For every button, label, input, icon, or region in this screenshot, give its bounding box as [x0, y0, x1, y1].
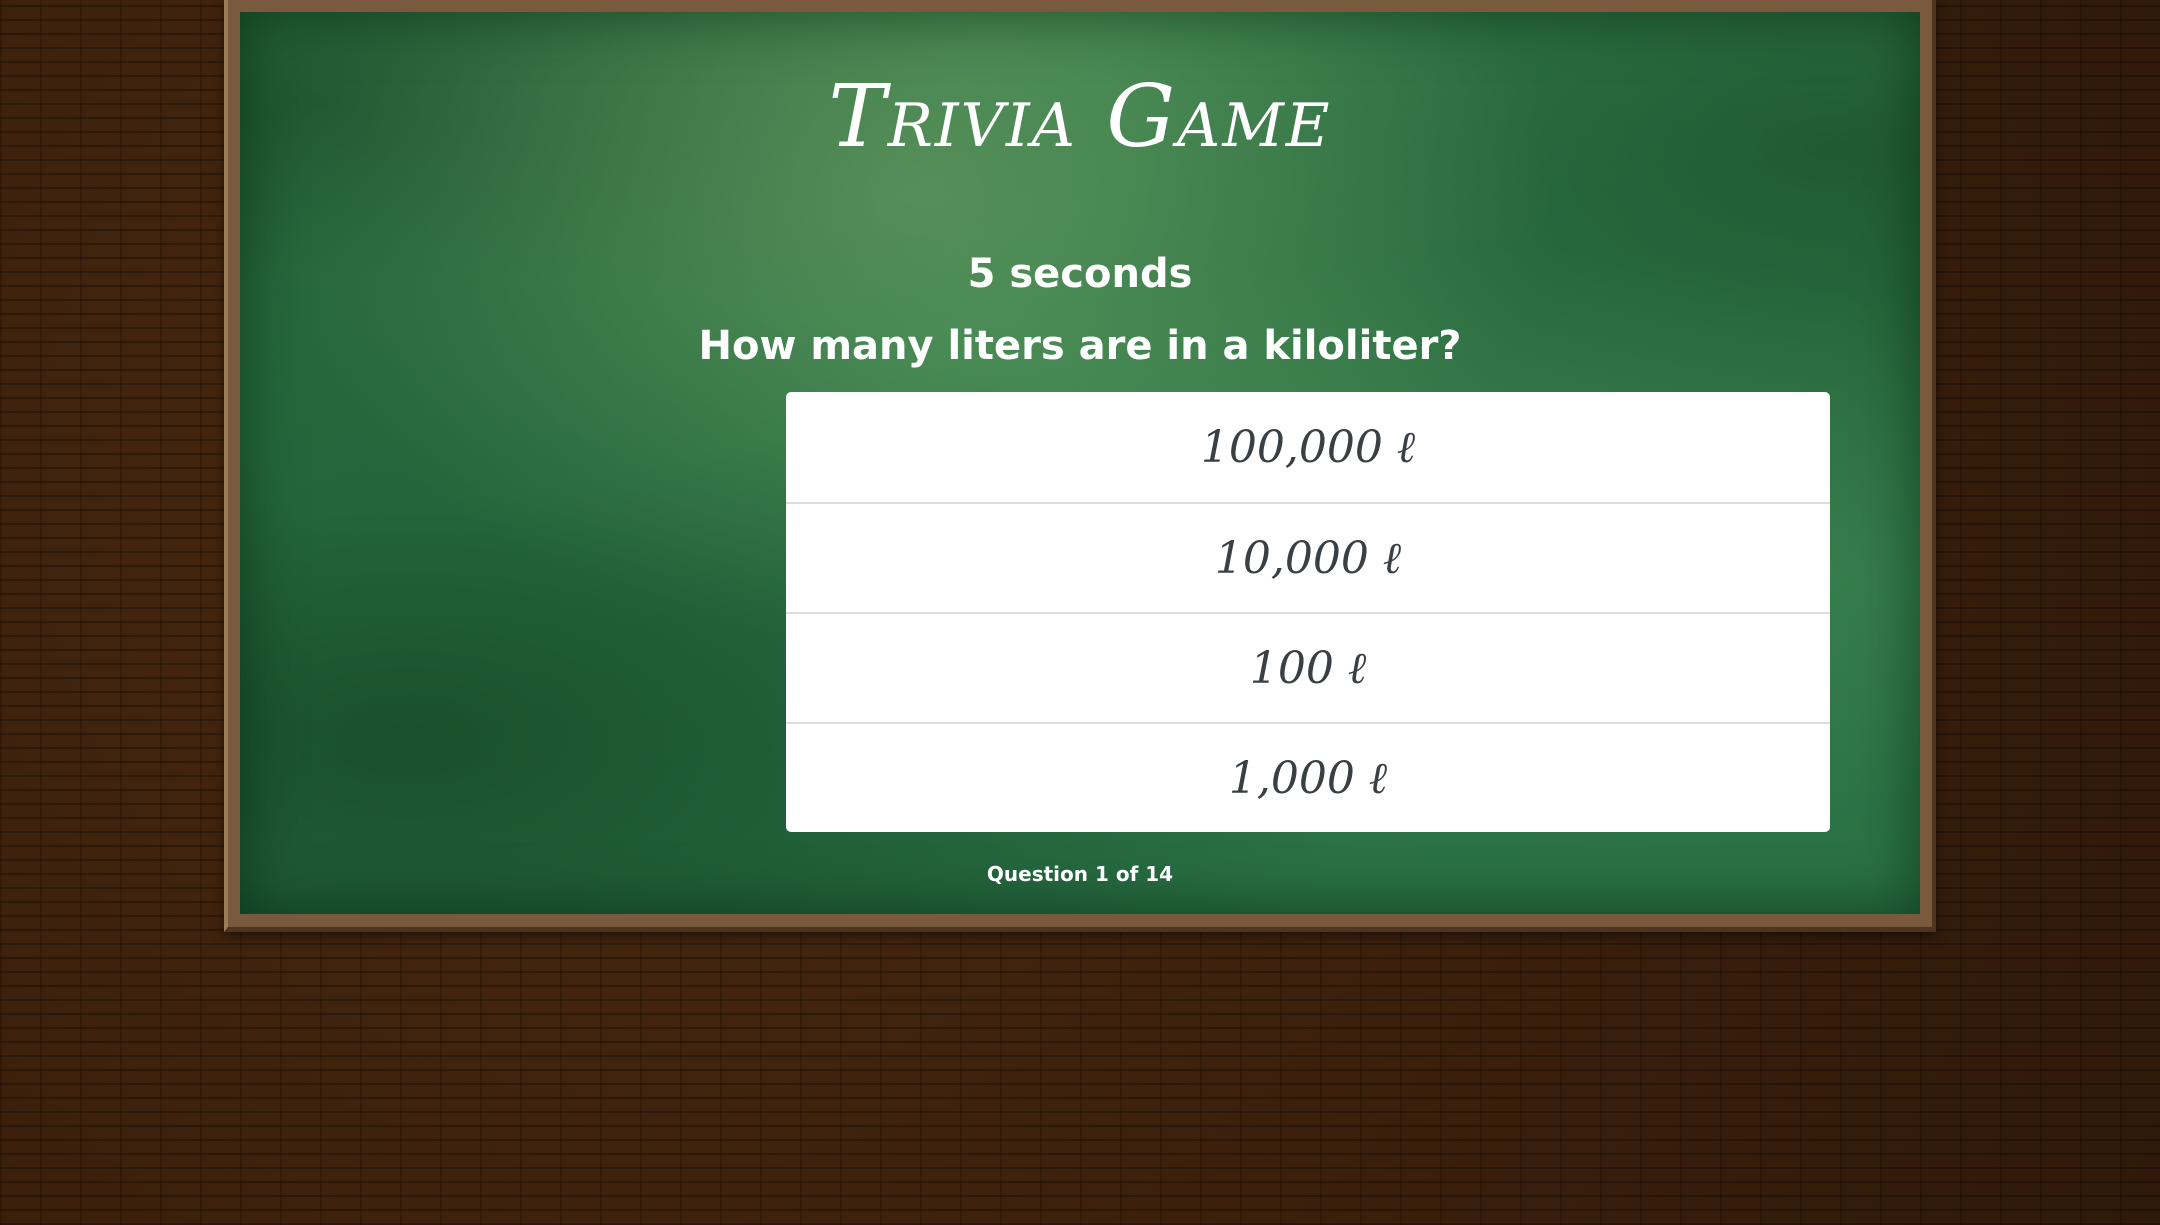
countdown-timer: 5 seconds	[967, 251, 1193, 297]
answer-option-4[interactable]: 1,000 ℓ	[786, 722, 1830, 832]
question-progress: Question 1 of 14	[986, 862, 1174, 886]
chalkboard: Trivia Game 5 seconds How many liters ar…	[240, 12, 1920, 914]
answer-option-2[interactable]: 10,000 ℓ	[786, 502, 1830, 612]
game-title: Trivia Game	[828, 67, 1332, 167]
answer-option-1[interactable]: 100,000 ℓ	[786, 392, 1830, 502]
question-text: How many liters are in a kiloliter?	[698, 323, 1462, 369]
chalkboard-frame: Trivia Game 5 seconds How many liters ar…	[224, 0, 1936, 932]
answer-option-3[interactable]: 100 ℓ	[786, 612, 1830, 722]
answer-list: 100,000 ℓ 10,000 ℓ 100 ℓ 1,000 ℓ	[786, 392, 1830, 832]
